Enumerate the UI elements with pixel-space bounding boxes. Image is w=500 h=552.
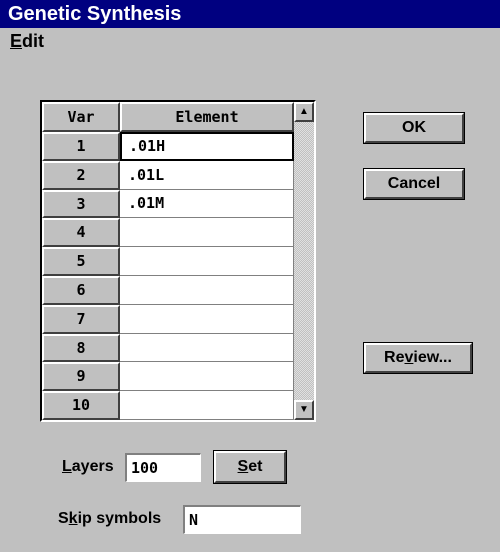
- element-cell-7[interactable]: [120, 305, 294, 334]
- set-mnemonic: S: [237, 458, 249, 475]
- menu-bar: Edit: [0, 28, 500, 58]
- skip-symbols-input[interactable]: N: [183, 505, 301, 534]
- element-cell-6[interactable]: [120, 276, 294, 305]
- layers-label-text: ayers: [71, 458, 114, 475]
- skip-mnemonic: k: [68, 510, 78, 527]
- review-button[interactable]: Review...: [363, 342, 473, 374]
- variable-grid: Var Element 1.01H 2.01L 3.01M 4 5 6 7 8 9 10 ▲ ▼: [40, 100, 316, 422]
- window-title: Genetic Synthesis: [8, 3, 182, 25]
- review-label-a: Re: [384, 349, 405, 366]
- review-label-b: iew...: [413, 349, 452, 366]
- layers-input[interactable]: 100: [125, 453, 201, 482]
- row-header-4[interactable]: 4: [42, 218, 120, 247]
- row-header-10[interactable]: 10: [42, 391, 120, 420]
- element-cell-2[interactable]: .01L: [120, 161, 294, 190]
- element-cell-4[interactable]: [120, 218, 294, 247]
- row-header-1[interactable]: 1: [42, 132, 120, 161]
- skip-symbols-label: Skip symbols: [58, 510, 161, 528]
- title-bar: Genetic Synthesis: [0, 0, 500, 28]
- scroll-down-button[interactable]: ▼: [294, 400, 314, 420]
- layers-mnemonic: L: [62, 458, 72, 475]
- menu-edit[interactable]: Edit: [10, 31, 44, 52]
- element-cell-3[interactable]: .01M: [120, 190, 294, 218]
- skip-label-b: ip symbols: [77, 510, 162, 527]
- cancel-button[interactable]: Cancel: [363, 168, 465, 200]
- set-label: et: [248, 458, 263, 475]
- row-header-3[interactable]: 3: [42, 190, 120, 218]
- row-header-2[interactable]: 2: [42, 161, 120, 190]
- column-header-element: Element: [120, 102, 294, 132]
- arrow-up-icon: ▲: [299, 106, 309, 117]
- menu-edit-label: dit: [22, 31, 45, 51]
- vertical-scrollbar[interactable]: ▲ ▼: [294, 102, 314, 420]
- element-cell-8[interactable]: [120, 334, 294, 362]
- row-header-6[interactable]: 6: [42, 276, 120, 305]
- arrow-down-icon: ▼: [299, 404, 309, 415]
- element-cell-5[interactable]: [120, 247, 294, 276]
- skip-label-a: S: [58, 510, 69, 527]
- row-header-7[interactable]: 7: [42, 305, 120, 334]
- set-button[interactable]: Set: [213, 450, 287, 484]
- scroll-up-button[interactable]: ▲: [294, 102, 314, 122]
- row-header-8[interactable]: 8: [42, 334, 120, 362]
- ok-button[interactable]: OK: [363, 112, 465, 144]
- layers-label: Layers: [62, 458, 114, 476]
- column-header-var: Var: [42, 102, 120, 132]
- element-cell-9[interactable]: [120, 362, 294, 391]
- grid-body: Var Element 1.01H 2.01L 3.01M 4 5 6 7 8 9 10: [42, 102, 294, 420]
- element-cell-1[interactable]: .01H: [120, 132, 294, 161]
- genetic-synthesis-dialog: Genetic Synthesis Edit Var Element 1.01H…: [0, 0, 500, 552]
- row-header-9[interactable]: 9: [42, 362, 120, 391]
- menu-edit-mnemonic: E: [10, 31, 23, 51]
- row-header-5[interactable]: 5: [42, 247, 120, 276]
- element-cell-10[interactable]: [120, 391, 294, 420]
